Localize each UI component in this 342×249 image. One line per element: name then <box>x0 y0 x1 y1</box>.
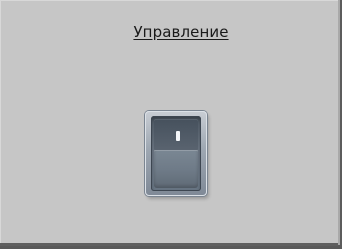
switch-on-side[interactable] <box>154 119 198 150</box>
control-panel: Управление <box>0 0 340 246</box>
power-switch[interactable] <box>145 111 207 196</box>
panel-title: Управление <box>133 23 229 41</box>
switch-off-side[interactable] <box>154 150 198 188</box>
on-symbol-icon <box>176 131 180 141</box>
switch-body <box>151 116 201 191</box>
